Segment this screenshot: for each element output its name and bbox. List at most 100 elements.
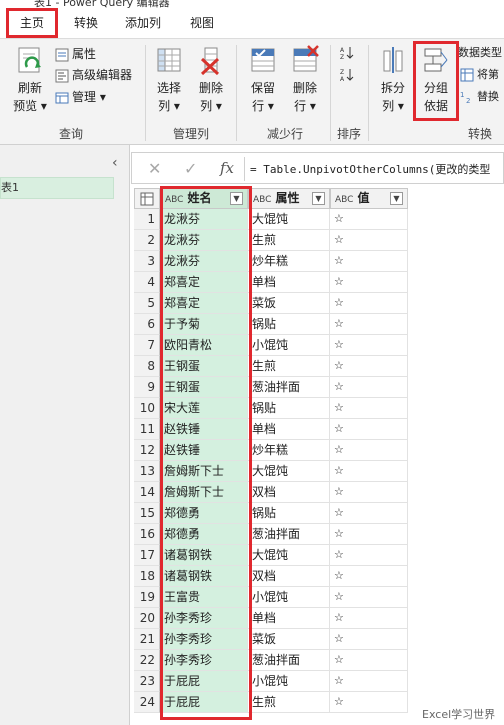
- cell-name[interactable]: 于屁屁: [160, 692, 248, 713]
- cell-value[interactable]: ☆: [330, 629, 408, 650]
- cell-value[interactable]: ☆: [330, 440, 408, 461]
- cell-attribute[interactable]: 大馄饨: [248, 209, 330, 230]
- row-number[interactable]: 6: [134, 314, 160, 335]
- cell-attribute[interactable]: 锅贴: [248, 314, 330, 335]
- cell-value[interactable]: ☆: [330, 545, 408, 566]
- cell-attribute[interactable]: 葱油拌面: [248, 650, 330, 671]
- cell-attribute[interactable]: 小馄饨: [248, 335, 330, 356]
- cell-name[interactable]: 王富贵: [160, 587, 248, 608]
- cell-name[interactable]: 王钢蛋: [160, 356, 248, 377]
- cell-attribute[interactable]: 锅贴: [248, 398, 330, 419]
- cell-name[interactable]: 诸葛钢铁: [160, 566, 248, 587]
- cell-attribute[interactable]: 炒年糕: [248, 440, 330, 461]
- row-number[interactable]: 15: [134, 503, 160, 524]
- cell-name[interactable]: 郑喜定: [160, 293, 248, 314]
- cell-attribute[interactable]: 双档: [248, 566, 330, 587]
- row-number[interactable]: 14: [134, 482, 160, 503]
- cell-value[interactable]: ☆: [330, 650, 408, 671]
- text-type-icon[interactable]: ABC: [165, 195, 183, 205]
- formula-input[interactable]: = Table.UnpivotOtherColumns(更改的类型: [250, 161, 490, 177]
- cell-attribute[interactable]: 大馄饨: [248, 545, 330, 566]
- manage-button[interactable]: 管理 ▾: [55, 87, 106, 107]
- cell-name[interactable]: 龙湫芬: [160, 209, 248, 230]
- filter-dropdown-icon[interactable]: ▼: [390, 192, 403, 205]
- tab-add-column[interactable]: 添加列: [118, 8, 168, 38]
- cell-name[interactable]: 郑德勇: [160, 503, 248, 524]
- replace-values-button[interactable]: 1 2 替换: [460, 87, 499, 107]
- split-column-button[interactable]: 拆分 列 ▾: [374, 45, 412, 115]
- cell-attribute[interactable]: 小馄饨: [248, 587, 330, 608]
- query-item[interactable]: 表1: [0, 177, 114, 199]
- row-number[interactable]: 24: [134, 692, 160, 713]
- cell-value[interactable]: ☆: [330, 209, 408, 230]
- sort-descending-button[interactable]: ZA: [340, 65, 357, 85]
- cell-value[interactable]: ☆: [330, 230, 408, 251]
- cell-attribute[interactable]: 单档: [248, 608, 330, 629]
- cell-attribute[interactable]: 生煎: [248, 692, 330, 713]
- cell-name[interactable]: 于屁屁: [160, 671, 248, 692]
- cell-value[interactable]: ☆: [330, 335, 408, 356]
- cell-value[interactable]: ☆: [330, 356, 408, 377]
- cell-value[interactable]: ☆: [330, 524, 408, 545]
- remove-columns-button[interactable]: 删除 列 ▾: [192, 45, 230, 115]
- cell-value[interactable]: ☆: [330, 377, 408, 398]
- cell-value[interactable]: ☆: [330, 419, 408, 440]
- cell-attribute[interactable]: 小馄饨: [248, 671, 330, 692]
- tab-view[interactable]: 视图: [182, 8, 222, 38]
- cell-name[interactable]: 孙李秀珍: [160, 650, 248, 671]
- choose-columns-button[interactable]: 选择 列 ▾: [150, 45, 188, 115]
- row-number[interactable]: 23: [134, 671, 160, 692]
- cell-attribute[interactable]: 大馄饨: [248, 461, 330, 482]
- row-number[interactable]: 9: [134, 377, 160, 398]
- cell-attribute[interactable]: 锅贴: [248, 503, 330, 524]
- row-number[interactable]: 21: [134, 629, 160, 650]
- row-number[interactable]: 5: [134, 293, 160, 314]
- cell-attribute[interactable]: 葱油拌面: [248, 524, 330, 545]
- cell-value[interactable]: ☆: [330, 251, 408, 272]
- keep-rows-button[interactable]: 保留 行 ▾: [244, 45, 282, 115]
- cell-value[interactable]: ☆: [330, 608, 408, 629]
- cell-attribute[interactable]: 双档: [248, 482, 330, 503]
- cell-attribute[interactable]: 生煎: [248, 356, 330, 377]
- cell-value[interactable]: ☆: [330, 461, 408, 482]
- cell-name[interactable]: 孙李秀珍: [160, 629, 248, 650]
- cell-name[interactable]: 詹姆斯下士: [160, 461, 248, 482]
- cell-value[interactable]: ☆: [330, 272, 408, 293]
- cell-name[interactable]: 王钢蛋: [160, 377, 248, 398]
- row-number[interactable]: 10: [134, 398, 160, 419]
- properties-button[interactable]: 属性: [55, 44, 96, 64]
- text-type-icon[interactable]: ABC: [335, 195, 353, 205]
- cell-name[interactable]: 宋大莲: [160, 398, 248, 419]
- cell-name[interactable]: 于予菊: [160, 314, 248, 335]
- fx-icon[interactable]: fx: [220, 159, 234, 177]
- row-number[interactable]: 22: [134, 650, 160, 671]
- row-number[interactable]: 8: [134, 356, 160, 377]
- data-type-button[interactable]: 数据类型: [458, 43, 502, 63]
- cell-name[interactable]: 孙李秀珍: [160, 608, 248, 629]
- cell-value[interactable]: ☆: [330, 293, 408, 314]
- row-number[interactable]: 2: [134, 230, 160, 251]
- column-header-value[interactable]: ABC 值 ▼: [330, 188, 408, 209]
- cell-name[interactable]: 赵铁锤: [160, 419, 248, 440]
- row-number[interactable]: 17: [134, 545, 160, 566]
- row-number[interactable]: 11: [134, 419, 160, 440]
- text-type-icon[interactable]: ABC: [253, 195, 271, 205]
- cell-name[interactable]: 诸葛钢铁: [160, 545, 248, 566]
- sort-ascending-button[interactable]: AZ: [340, 43, 357, 63]
- advanced-editor-button[interactable]: 高级编辑器: [55, 65, 132, 85]
- confirm-icon[interactable]: ✓: [184, 159, 197, 178]
- row-number[interactable]: 12: [134, 440, 160, 461]
- cell-attribute[interactable]: 葱油拌面: [248, 377, 330, 398]
- cell-attribute[interactable]: 菜饭: [248, 293, 330, 314]
- cell-name[interactable]: 赵铁锤: [160, 440, 248, 461]
- row-number[interactable]: 16: [134, 524, 160, 545]
- cell-name[interactable]: 龙湫芬: [160, 251, 248, 272]
- remove-rows-button[interactable]: 删除 行 ▾: [286, 45, 324, 115]
- cell-attribute[interactable]: 生煎: [248, 230, 330, 251]
- cell-attribute[interactable]: 菜饭: [248, 629, 330, 650]
- cell-value[interactable]: ☆: [330, 671, 408, 692]
- row-number[interactable]: 20: [134, 608, 160, 629]
- column-header-name[interactable]: ABC 姓名 ▼: [160, 188, 248, 209]
- cell-value[interactable]: ☆: [330, 566, 408, 587]
- cell-value[interactable]: ☆: [330, 482, 408, 503]
